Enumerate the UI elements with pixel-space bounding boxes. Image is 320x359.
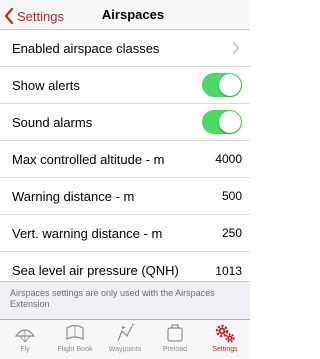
page-title: Airspaces bbox=[101, 7, 165, 22]
row-label: Show alerts bbox=[12, 77, 80, 93]
row-label: Sea level air pressure (QNH) bbox=[12, 263, 179, 278]
chevron-right-icon bbox=[232, 42, 240, 54]
footer-note: Airspaces settings are only used with th… bbox=[10, 288, 215, 309]
tab-settings[interactable]: Settings bbox=[200, 320, 250, 359]
toggle-knob bbox=[219, 111, 241, 133]
warning-distance-value[interactable]: 500 bbox=[222, 178, 242, 214]
row-label: Vert. warning distance - m bbox=[12, 225, 163, 241]
fly-icon bbox=[14, 329, 36, 343]
tab-label: Waypoints bbox=[108, 346, 142, 353]
max-controlled-altitude-value[interactable]: 4000 bbox=[215, 141, 242, 177]
settings-icon bbox=[215, 324, 235, 343]
settings-list: Enabled airspace classes Show alerts Sou… bbox=[0, 30, 250, 289]
flight-book-icon bbox=[66, 324, 84, 340]
warning-distance-row[interactable]: Warning distance - m 500 bbox=[0, 178, 250, 215]
tab-label: Fly bbox=[20, 346, 30, 353]
navigation-bar: Settings Airspaces bbox=[0, 0, 250, 30]
tab-label: Flight Book bbox=[57, 346, 93, 353]
toggle-knob bbox=[219, 74, 241, 96]
enabled-airspace-classes-row[interactable]: Enabled airspace classes bbox=[0, 30, 250, 67]
tab-flight-book[interactable]: Flight Book bbox=[50, 320, 100, 359]
section-footer: Airspaces settings are only used with th… bbox=[0, 281, 250, 319]
vert-warning-distance-value[interactable]: 250 bbox=[222, 215, 242, 251]
vert-warning-distance-row[interactable]: Vert. warning distance - m 250 bbox=[0, 215, 250, 252]
tab-label: Preload bbox=[162, 346, 188, 353]
tab-bar: Fly Flight Book Waypoints Preload Settin… bbox=[0, 319, 250, 359]
row-label: Warning distance - m bbox=[12, 188, 135, 204]
row-label: Enabled airspace classes bbox=[12, 40, 160, 56]
tab-waypoints[interactable]: Waypoints bbox=[100, 320, 150, 359]
max-controlled-altitude-row[interactable]: Max controlled altitude - m 4000 bbox=[0, 141, 250, 178]
sound-alarms-row: Sound alarms bbox=[0, 104, 250, 141]
show-alerts-toggle[interactable] bbox=[202, 73, 242, 97]
preload-icon bbox=[167, 324, 183, 342]
waypoints-icon bbox=[117, 323, 135, 342]
tab-preload[interactable]: Preload bbox=[150, 320, 200, 359]
sound-alarms-toggle[interactable] bbox=[202, 110, 242, 134]
tab-fly[interactable]: Fly bbox=[0, 320, 50, 359]
show-alerts-row: Show alerts bbox=[0, 67, 250, 104]
tab-label: Settings bbox=[212, 346, 238, 353]
row-label: Sound alarms bbox=[12, 114, 93, 130]
row-label: Max controlled altitude - m bbox=[12, 151, 165, 167]
